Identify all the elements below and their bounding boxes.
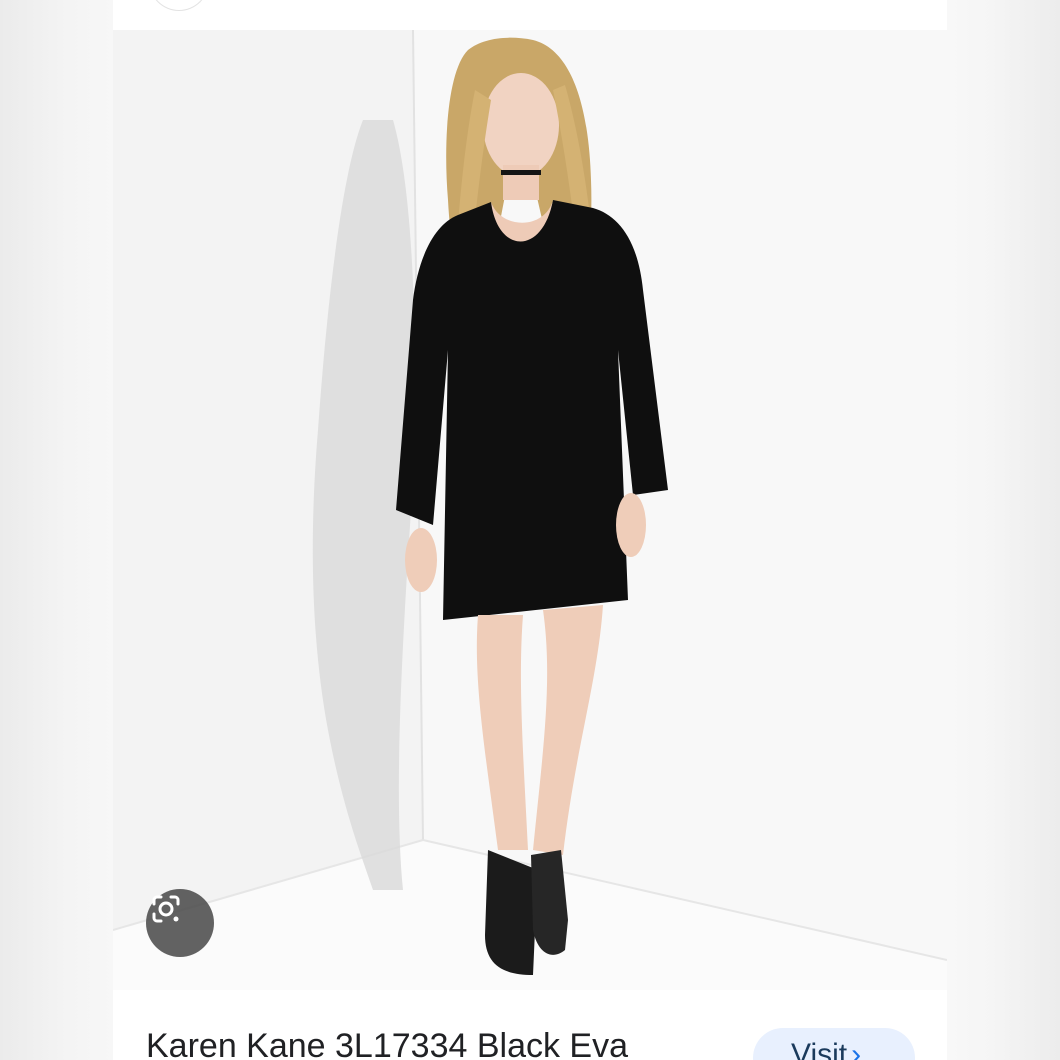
top-partial-button[interactable] [149,0,209,11]
blurred-backdrop-left [0,0,113,1060]
product-photo-illustration [113,30,947,990]
chevron-right-icon: › [851,1038,862,1060]
google-lens-button[interactable] [146,889,214,957]
screenshot-frame: Karen Kane 3L17334 Black Eva Visit › [0,0,1060,1060]
product-title[interactable]: Karen Kane 3L17334 Black Eva [146,1024,628,1060]
visit-button-label: Visit [791,1038,848,1060]
product-image[interactable] [113,30,947,990]
search-result-card[interactable]: Karen Kane 3L17334 Black Eva Visit › [113,0,947,1060]
blurred-backdrop-right [947,0,1060,1060]
google-lens-icon [152,895,180,923]
visit-button[interactable]: Visit › [753,1028,915,1060]
card-top-strip [113,0,947,30]
product-info-section: Karen Kane 3L17334 Black Eva Visit › [113,990,947,1060]
